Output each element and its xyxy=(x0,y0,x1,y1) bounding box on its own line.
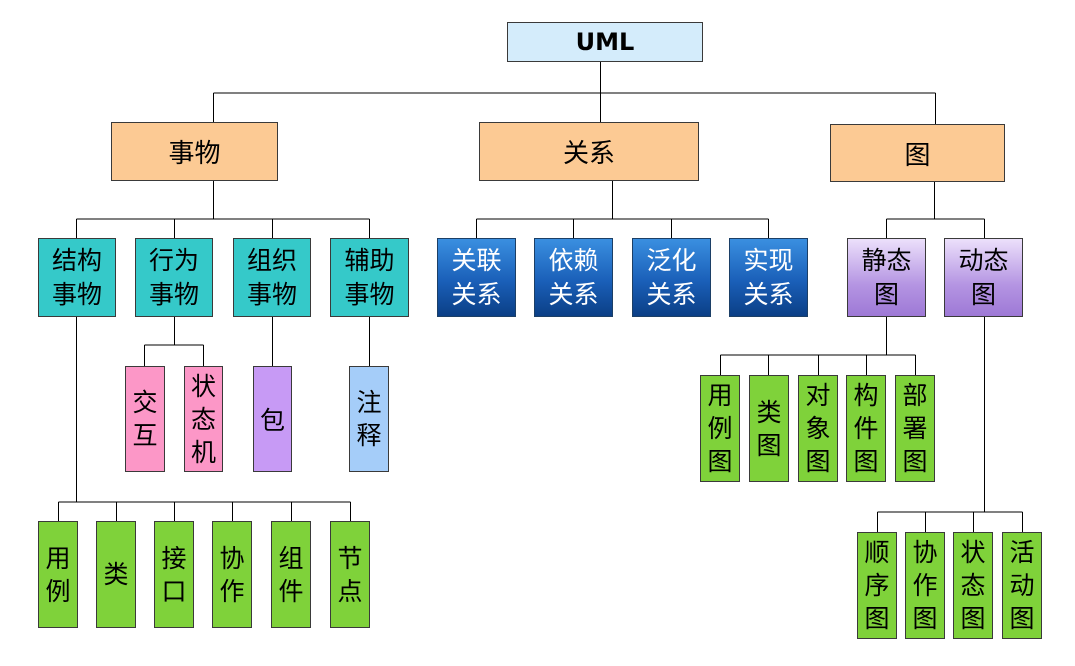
state-machine-label: 状态机 xyxy=(191,371,217,467)
connector-things xyxy=(76,181,370,238)
generalization-relation-node: 泛化关系 xyxy=(632,238,711,317)
interface-node: 接口 xyxy=(154,521,194,628)
component-node: 组件 xyxy=(271,521,311,628)
note-label: 注释 xyxy=(356,388,382,450)
object-diagram-node: 对象图 xyxy=(798,375,838,482)
state-diagram-label: 状态图 xyxy=(960,538,986,633)
state-diagram-node: 状态图 xyxy=(953,532,993,639)
grouping-things-node: 组织事物 xyxy=(233,238,311,317)
static-diagram-node: 静态图 xyxy=(847,238,926,317)
sequence-diagram-node: 顺序图 xyxy=(857,532,897,639)
connector-relations xyxy=(476,181,769,238)
association-relation-label: 关联关系 xyxy=(451,245,502,309)
dynamic-diagram-label: 动态图 xyxy=(958,245,1009,309)
package-node: 包 xyxy=(253,366,292,472)
annotational-things-label: 辅助事物 xyxy=(344,245,395,309)
realization-relation-label: 实现关系 xyxy=(743,245,794,309)
root-label: UML xyxy=(575,28,635,56)
static-diagram-label: 静态图 xyxy=(861,245,912,309)
diagrams-label: 图 xyxy=(904,140,931,171)
connector-diagrams xyxy=(886,182,985,238)
component-diagram-label: 构件图 xyxy=(853,381,879,476)
connector-root xyxy=(213,62,936,124)
state-machine-node: 状态机 xyxy=(184,366,223,472)
use-case-diagram-node: 用例图 xyxy=(700,375,740,482)
relations-node: 关系 xyxy=(479,122,699,181)
deployment-diagram-label: 部署图 xyxy=(902,381,928,476)
dependency-relation-node: 依赖关系 xyxy=(534,238,613,317)
component-diagram-node: 构件图 xyxy=(846,375,886,482)
realization-relation-node: 实现关系 xyxy=(729,238,808,317)
things-label: 事物 xyxy=(168,139,221,169)
use-case-diagram-label: 用例图 xyxy=(707,381,733,476)
things-node: 事物 xyxy=(111,122,278,181)
object-diagram-label: 对象图 xyxy=(805,381,831,476)
behavioral-things-node: 行为事物 xyxy=(135,238,213,317)
behavioral-things-label: 行为事物 xyxy=(148,245,199,309)
class-diagram-node: 类图 xyxy=(749,375,789,482)
dependency-relation-label: 依赖关系 xyxy=(548,245,599,309)
class-diagram-label: 类图 xyxy=(756,397,782,460)
activity-diagram-node: 活动图 xyxy=(1002,532,1042,639)
annotational-things-node: 辅助事物 xyxy=(330,238,409,317)
dynamic-diagram-node: 动态图 xyxy=(944,238,1023,317)
activity-diagram-label: 活动图 xyxy=(1009,538,1035,633)
collaboration-diagram-node: 协作图 xyxy=(905,532,945,639)
connector-static xyxy=(720,317,916,375)
class-node: 类 xyxy=(96,521,136,628)
sequence-diagram-label: 顺序图 xyxy=(864,538,890,633)
relations-label: 关系 xyxy=(562,139,615,169)
root-node: UML xyxy=(507,22,703,62)
note-node: 注释 xyxy=(349,366,389,472)
deployment-diagram-node: 部署图 xyxy=(895,375,935,482)
association-relation-node: 关联关系 xyxy=(437,238,516,317)
node-label: 节点 xyxy=(337,543,363,606)
use-case-node: 用例 xyxy=(38,521,78,628)
node-node: 节点 xyxy=(330,521,370,628)
collaboration-node: 协作 xyxy=(212,521,252,628)
component-label: 组件 xyxy=(278,543,304,606)
structural-things-node: 结构事物 xyxy=(38,238,116,317)
uml-hierarchy-diagram: UML 事物 关系 图 结构事物 行为事物 组织事物 辅助事物 关联关系 依赖关… xyxy=(0,0,1075,666)
generalization-relation-label: 泛化关系 xyxy=(646,245,697,309)
grouping-things-label: 组织事物 xyxy=(246,245,297,309)
class-label: 类 xyxy=(103,560,129,589)
collaboration-diagram-label: 协作图 xyxy=(912,538,938,633)
collaboration-label: 协作 xyxy=(219,543,245,606)
use-case-label: 用例 xyxy=(45,543,71,606)
interface-label: 接口 xyxy=(161,543,187,606)
interaction-node: 交互 xyxy=(125,366,165,472)
connector-behavioral xyxy=(144,317,204,366)
interaction-label: 交互 xyxy=(132,388,158,450)
diagrams-node: 图 xyxy=(830,124,1005,182)
package-label: 包 xyxy=(259,406,285,435)
structural-things-label: 结构事物 xyxy=(51,245,102,309)
